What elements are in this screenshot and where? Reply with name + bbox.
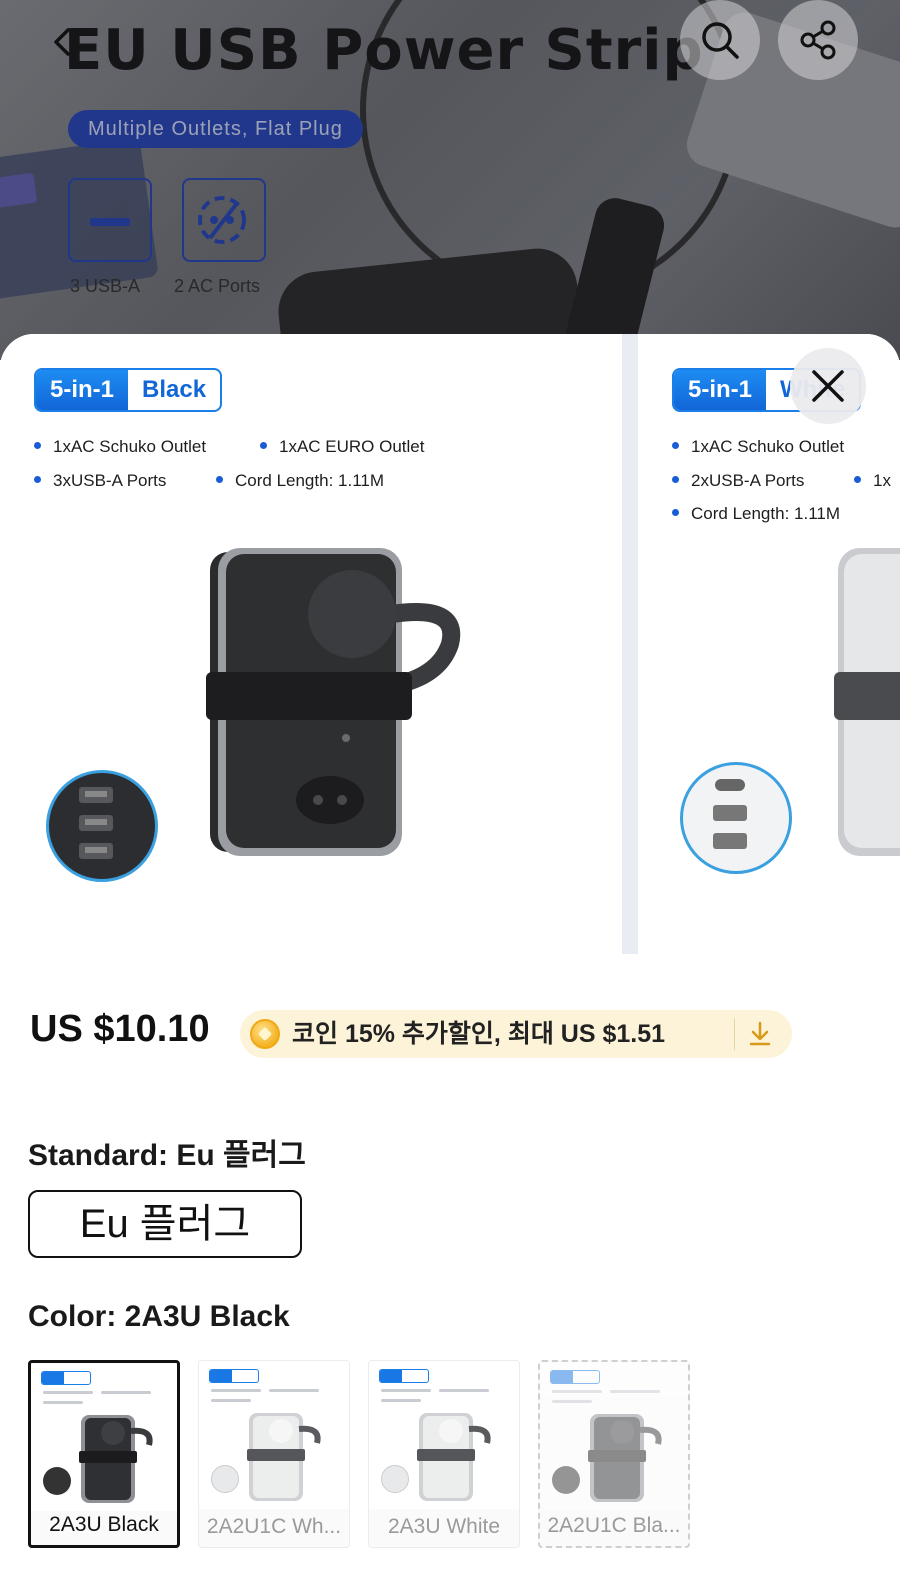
color-option-image xyxy=(31,1363,177,1511)
color-option-label: 2A3U Black xyxy=(49,1513,159,1536)
color-option[interactable]: 2A3U Black xyxy=(28,1360,180,1548)
color-option-label: 2A2U1C Wh... xyxy=(206,1515,342,1538)
product-image-black xyxy=(206,548,461,856)
color-option[interactable]: 2A3U White xyxy=(368,1360,520,1548)
color-option-label: 2A2U1C Bla... xyxy=(547,1514,681,1537)
carousel-slide: 5-in-1 Black 1xAC Schuko Outlet 1xAC EUR… xyxy=(0,334,622,954)
share-icon xyxy=(800,20,836,60)
color-option[interactable]: 2A2U1C Wh... xyxy=(198,1360,350,1548)
close-icon xyxy=(812,370,844,402)
color-option-unavailable[interactable]: 2A2U1C Bla... xyxy=(538,1360,690,1548)
product-sku-page: EU USB Power Strip Multiple Outlets, Fla… xyxy=(0,0,900,1593)
back-button[interactable] xyxy=(22,2,102,82)
color-option-image xyxy=(540,1362,688,1510)
spec-bullet: 1xAC Schuko Outlet xyxy=(34,437,206,457)
hero-overlay xyxy=(0,0,900,360)
spec-bullet: 3xUSB-A Ports xyxy=(34,471,166,491)
close-button[interactable] xyxy=(790,348,866,424)
divider xyxy=(734,1018,735,1050)
price: US $10.10 xyxy=(30,1008,210,1050)
coin-discount-pill[interactable]: 코인 15% 추가할인, 최대 US $1.51 xyxy=(240,1010,792,1058)
download-icon xyxy=(749,1021,771,1046)
spec-bullet: 1x xyxy=(854,471,891,491)
usb-ports-closeup xyxy=(680,762,792,874)
color-option-image xyxy=(199,1361,349,1509)
product-badge: 5-in-1 Black xyxy=(34,368,223,412)
badge-count: 5-in-1 xyxy=(674,370,767,410)
standard-label: Standard: Eu 플러그 xyxy=(28,1139,306,1172)
coin-offer-text: 코인 15% 추가할인, 최대 US $1.51 xyxy=(292,1020,666,1048)
color-option-label: 2A3U White xyxy=(387,1515,501,1538)
hero-banner: EU USB Power Strip Multiple Outlets, Fla… xyxy=(0,0,900,360)
product-image-white xyxy=(834,548,900,856)
search-button[interactable] xyxy=(680,0,760,80)
carousel-slide: 5-in-1 White 1xAC Schuko Outlet 2xUSB-A … xyxy=(638,334,900,954)
search-icon xyxy=(702,22,739,59)
badge-count: 5-in-1 xyxy=(36,370,129,410)
standard-option-eu-plug[interactable]: Eu 플러그 xyxy=(28,1190,302,1258)
color-option-image xyxy=(369,1361,519,1509)
badge-color: Black xyxy=(142,376,207,403)
share-button[interactable] xyxy=(778,0,858,80)
spec-bullet: Cord Length: 1.11M xyxy=(216,471,384,491)
color-label: Color: 2A3U Black xyxy=(28,1300,290,1333)
spec-bullet: 1xAC Schuko Outlet xyxy=(672,437,844,457)
spec-bullet: 1xAC EURO Outlet xyxy=(260,437,425,457)
back-icon xyxy=(54,28,70,56)
spec-bullet: 2xUSB-A Ports xyxy=(672,471,804,491)
image-carousel[interactable]: 5-in-1 Black 1xAC Schuko Outlet 1xAC EUR… xyxy=(0,334,900,954)
coin-icon xyxy=(250,1019,280,1049)
sku-bottom-sheet: 5-in-1 Black 1xAC Schuko Outlet 1xAC EUR… xyxy=(0,334,900,1593)
spec-bullet: Cord Length: 1.11M xyxy=(672,504,840,524)
usb-ports-closeup xyxy=(46,770,158,882)
